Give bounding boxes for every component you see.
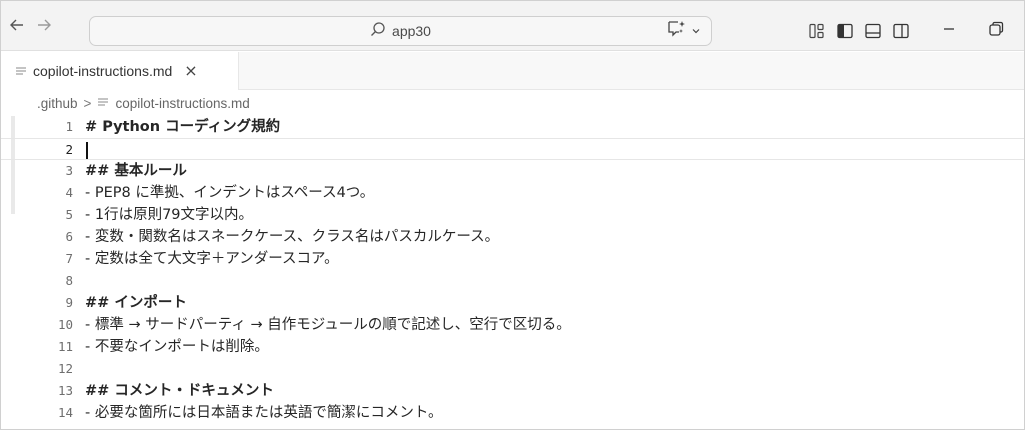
line-number: 10	[57, 317, 73, 332]
line-text: - 不要なインポートは削除。	[85, 339, 269, 355]
editor-line: 4 - PEP8 に準拠、インデントはスペース4つ。	[1, 182, 1024, 204]
line-text: - PEP8 に準拠、インデントはスペース4つ。	[85, 185, 375, 201]
breadcrumb-separator: >	[83, 95, 92, 111]
breadcrumb: .github > copilot-instructions.md	[1, 90, 1024, 116]
line-number: 8	[65, 273, 73, 288]
line-text: ## 基本ルール	[85, 163, 187, 179]
editor-line: 8	[1, 270, 1024, 292]
toggle-secondary-sidebar-icon[interactable]	[892, 22, 910, 40]
editor-line: 6 - 変数・関数名はスネークケース、クラス名はパスカルケース。	[1, 226, 1024, 248]
editor-line: 13 ## コメント・ドキュメント	[1, 380, 1024, 402]
chevron-down-icon	[691, 21, 701, 40]
editor-line: 11 - 不要なインポートは削除。	[1, 336, 1024, 358]
editor-line: 14 - 必要な箇所には日本語または英語で簡潔にコメント。	[1, 402, 1024, 424]
editor-line: 1 # Python コーディング規約	[1, 116, 1024, 138]
line-text: ## インポート	[85, 295, 187, 311]
tab-label: copilot-instructions.md	[33, 63, 173, 79]
command-center-search[interactable]: app30	[89, 16, 712, 46]
editor-line: 12	[1, 358, 1024, 380]
line-number: 14	[57, 405, 73, 420]
line-text: # Python コーディング規約	[85, 119, 281, 135]
breadcrumb-folder[interactable]: .github	[37, 96, 78, 111]
editor-line: 9 ## インポート	[1, 292, 1024, 314]
line-number: 5	[65, 207, 73, 222]
search-icon	[370, 21, 386, 41]
tab-copilot-instructions[interactable]: copilot-instructions.md ×	[1, 52, 239, 90]
breadcrumb-file[interactable]: copilot-instructions.md	[115, 96, 249, 111]
line-number: 11	[57, 339, 73, 354]
editor-line: 10 - 標準 → サードパーティ → 自作モジュールの順で記述し、空行で区切る…	[1, 314, 1024, 336]
text-cursor	[86, 142, 88, 159]
search-label: app30	[392, 23, 431, 39]
layout-controls	[808, 21, 910, 41]
line-text: - 必要な箇所には日本語または英語で簡潔にコメント。	[85, 405, 443, 421]
line-number: 1	[65, 119, 73, 134]
title-bar: app30	[1, 1, 1024, 51]
copilot-icon	[667, 19, 687, 41]
line-number: 2	[65, 142, 73, 157]
editor-tab-bar: copilot-instructions.md ×	[1, 52, 1024, 90]
line-text: - 標準 → サードパーティ → 自作モジュールの順で記述し、空行で区切る。	[85, 317, 571, 333]
line-number: 3	[65, 163, 73, 178]
line-number: 12	[57, 361, 73, 376]
markdown-file-icon	[97, 96, 109, 111]
line-text: - 定数は全て大文字＋アンダースコア。	[85, 251, 339, 267]
restore-icon[interactable]	[986, 19, 1006, 39]
line-number: 13	[57, 383, 73, 398]
editor-line: 5 - 1行は原則79文字以内。	[1, 204, 1024, 226]
copilot-button[interactable]	[667, 20, 717, 40]
arrow-left-icon[interactable]	[7, 15, 27, 35]
minimize-icon[interactable]	[939, 19, 959, 39]
code-editor[interactable]: 1 # Python コーディング規約 2 3 ## 基本ルール 4 - PEP…	[1, 116, 1024, 429]
editor-line: 7 - 定数は全て大文字＋アンダースコア。	[1, 248, 1024, 270]
line-text: - 変数・関数名はスネークケース、クラス名はパスカルケース。	[85, 229, 500, 245]
editor-line-current: 2	[1, 138, 1024, 160]
toggle-panel-icon[interactable]	[864, 22, 882, 40]
close-icon[interactable]: ×	[184, 63, 197, 79]
markdown-file-icon	[15, 62, 27, 81]
line-text: - 1行は原則79文字以内。	[85, 207, 254, 223]
line-number: 4	[65, 185, 73, 200]
arrow-right-icon[interactable]	[34, 15, 54, 35]
toggle-primary-sidebar-icon[interactable]	[836, 22, 854, 40]
line-number: 9	[65, 295, 73, 310]
line-number: 7	[65, 251, 73, 266]
editor-line: 3 ## 基本ルール	[1, 160, 1024, 182]
line-text: ## コメント・ドキュメント	[85, 383, 274, 399]
customize-layout-icon[interactable]	[808, 22, 826, 40]
vscode-window: app30 copilot-instructions.md × .github …	[0, 0, 1025, 430]
line-number: 6	[65, 229, 73, 244]
